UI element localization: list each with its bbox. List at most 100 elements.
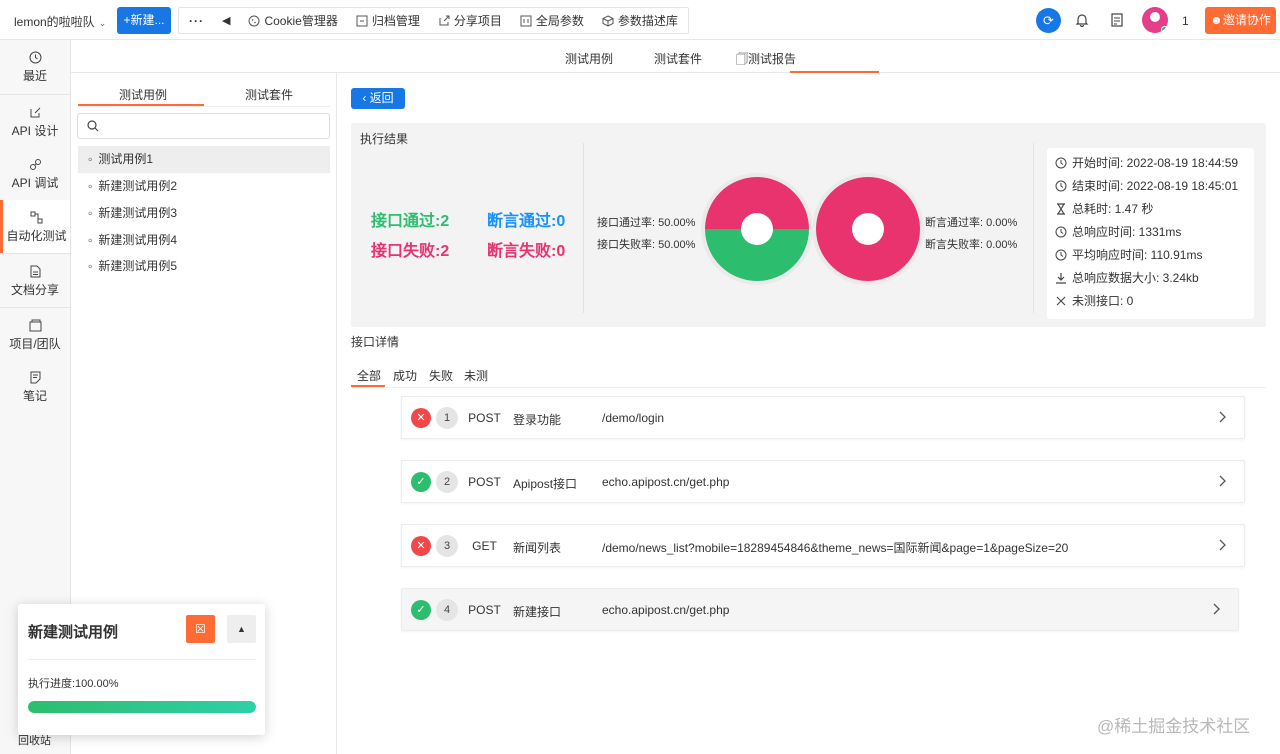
assert-fail-rate: 断言失败率: 0.00%: [925, 239, 1018, 251]
toolbar-share[interactable]: 分享项目: [438, 12, 502, 29]
toolbar-label: 全局参数: [535, 14, 584, 28]
tab-test-suites[interactable]: 测试套件: [654, 50, 702, 67]
nav-automation-test[interactable]: 自动化测试: [0, 200, 70, 253]
invite-button[interactable]: ☻邀请协作: [1205, 7, 1276, 34]
case-item[interactable]: ⚬ 新建测试用例5: [78, 253, 330, 280]
collapse-popup-button[interactable]: ▲: [227, 615, 256, 643]
total-size-text: 总响应数据大小: 3.24kb: [1072, 271, 1199, 285]
nav-api-debug[interactable]: API 调试: [0, 147, 70, 200]
total-response: 总响应时间: 1331ms: [1055, 223, 1181, 240]
case-item[interactable]: ⚬ 新建测试用例2: [78, 173, 330, 200]
row-name: 新闻列表: [513, 541, 562, 555]
total-time-text: 总耗时: 1.47 秒: [1072, 202, 1154, 216]
api-row[interactable]: ✓ 2 POST Apipost接口 echo.apipost.cn/get.p…: [401, 460, 1245, 503]
nav-api-design[interactable]: API 设计: [0, 94, 70, 147]
online-dot: [1161, 26, 1168, 33]
success-icon: ✓: [411, 600, 431, 620]
case-item[interactable]: ⚬ 新建测试用例4: [78, 227, 330, 254]
search-input[interactable]: [77, 113, 330, 139]
donut-hole: [852, 213, 884, 245]
search-icon: [87, 120, 99, 132]
filter-fail[interactable]: 失败: [429, 367, 453, 384]
new-button[interactable]: +新建...: [117, 7, 171, 34]
end-time-text: 结束时间: 2022-08-19 18:45:01: [1072, 179, 1239, 193]
case-icon: ⚬: [86, 236, 95, 247]
notes-icon[interactable]: [1109, 12, 1125, 28]
filter-untested[interactable]: 未测: [464, 367, 488, 384]
lp-tab-cases[interactable]: 测试用例: [119, 86, 167, 103]
api-fail-count: 接口失败:2: [371, 243, 450, 260]
toolbar-archive[interactable]: 归档管理: [356, 12, 420, 29]
row-path: /demo/login: [602, 411, 665, 425]
report-subtabs: 测试用例 测试套件 🗍测试报告: [71, 40, 1280, 73]
caret-up-icon: ▲: [237, 624, 246, 634]
timing-info-card: 开始时间: 2022-08-19 18:44:59 结束时间: 2022-08-…: [1047, 148, 1254, 319]
case-icon: ⚬: [86, 155, 95, 166]
filter-success[interactable]: 成功: [393, 367, 417, 384]
tab-test-cases[interactable]: 测试用例: [565, 50, 613, 67]
api-row[interactable]: ✕ 3 GET 新闻列表 /demo/news_list?mobile=1828…: [401, 524, 1245, 567]
lp-tab-suites[interactable]: 测试套件: [245, 86, 293, 103]
nav-recent[interactable]: 最近: [0, 40, 70, 93]
sync-icon[interactable]: ⟳: [1036, 8, 1061, 33]
toolbar-cookie-manager[interactable]: Cookie管理器: [248, 12, 338, 29]
case-label: 新建测试用例2: [98, 179, 178, 193]
nav-label: API 调试: [11, 176, 59, 190]
toolbar-label: 归档管理: [371, 14, 420, 28]
avatar[interactable]: [1142, 7, 1168, 33]
success-icon: ✓: [411, 472, 431, 492]
total-size: 总响应数据大小: 3.24kb: [1055, 269, 1199, 286]
row-number: 1: [436, 407, 458, 429]
clock-icon: [1055, 180, 1067, 191]
chevron-right-icon: [1219, 411, 1226, 423]
link-icon: [29, 159, 41, 170]
close-icon: ☒: [195, 622, 206, 636]
start-time-text: 开始时间: 2022-08-19 18:44:59: [1072, 156, 1239, 170]
api-pass-rate: 接口通过率: 50.00%: [597, 217, 696, 229]
archive-icon: [356, 15, 368, 26]
case-icon: ⚬: [86, 182, 95, 193]
back-button[interactable]: ‹ 返回: [351, 88, 405, 109]
row-name: 新建接口: [513, 605, 562, 619]
bell-icon[interactable]: [1074, 12, 1090, 28]
close-popup-button[interactable]: ☒: [186, 615, 215, 643]
assert-pass-count: 断言通过:0: [487, 213, 566, 230]
edit-icon: [30, 107, 40, 118]
nav-project-team[interactable]: 项目/团队: [0, 307, 70, 360]
details-title: 接口详情: [351, 335, 400, 349]
api-row[interactable]: ✕ 1 POST 登录功能 /demo/login: [401, 396, 1245, 439]
nav-doc-share[interactable]: 文档分享: [0, 253, 70, 306]
tab-test-report[interactable]: 🗍测试报告: [736, 50, 796, 71]
chevron-right-icon: [1213, 603, 1220, 615]
toolbar-global-params[interactable]: 全局参数: [520, 12, 584, 29]
row-method: GET: [472, 539, 497, 553]
assert-fail-count: 断言失败:0: [487, 243, 566, 260]
more-icon[interactable]: ···: [189, 14, 204, 28]
case-label: 新建测试用例5: [98, 259, 178, 273]
progress-label: 执行进度:100.00%: [28, 678, 119, 690]
clock-icon: [1055, 249, 1067, 260]
nav-label: 自动化测试: [6, 229, 67, 243]
untested: 未测接口: 0: [1055, 292, 1133, 309]
toolbar-param-library[interactable]: 参数描述库: [602, 12, 678, 29]
avatar-count: 1: [1182, 14, 1189, 28]
total-response-text: 总响应时间: 1331ms: [1072, 225, 1182, 239]
execution-result: 执行结果 接口通过:2 接口失败:2 断言通过:0 断言失败:0 接口通过率: …: [351, 123, 1266, 327]
api-row[interactable]: ✓ 4 POST 新建接口 echo.apipost.cn/get.php: [401, 588, 1239, 631]
top-bar: lemon的啦啦队 ⌄ +新建... ··· ◀ Cookie管理器 归档管理 分…: [0, 0, 1280, 40]
fail-icon: ✕: [411, 408, 431, 428]
row-path: echo.apipost.cn/get.php: [602, 475, 730, 489]
case-item[interactable]: ⚬ 新建测试用例3: [78, 200, 330, 227]
api-fail-rate: 接口失败率: 50.00%: [597, 239, 696, 251]
params-icon: [520, 15, 532, 26]
case-item[interactable]: ⚬ 测试用例1: [78, 146, 330, 173]
row-path: /demo/news_list?mobile=18289454846&theme…: [602, 541, 1069, 555]
collapse-icon[interactable]: ◀: [222, 14, 230, 27]
nav-notes[interactable]: 笔记: [0, 360, 70, 413]
flow-icon: [30, 211, 43, 224]
filter-all[interactable]: 全部: [357, 367, 381, 384]
team-selector[interactable]: lemon的啦啦队 ⌄: [14, 13, 106, 30]
case-icon: ⚬: [86, 262, 95, 273]
tab-label: 测试报告: [748, 52, 797, 66]
progress-bar-fill: [28, 701, 256, 713]
